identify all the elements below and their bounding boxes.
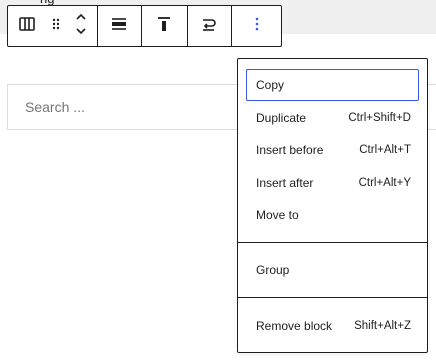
- menu-item-remove-block[interactable]: Remove block Shift+Alt+Z: [246, 310, 419, 342]
- vertical-align-top-icon: [158, 16, 170, 36]
- move-up-down-icon: [75, 12, 87, 41]
- menu-item-label: Remove block: [256, 319, 333, 333]
- columns-icon: [19, 16, 35, 36]
- menu-item-shortcut: Shift+Alt+Z: [354, 320, 411, 332]
- transform-group: [188, 6, 232, 46]
- align-center-icon: [112, 17, 126, 36]
- vertical-align-group: [142, 6, 188, 46]
- menu-item-copy[interactable]: Copy: [246, 69, 419, 101]
- menu-item-duplicate[interactable]: Duplicate Ctrl+Shift+D: [246, 102, 419, 134]
- block-options-menu: Copy Duplicate Ctrl+Shift+D Insert befor…: [237, 58, 428, 353]
- transform-icon: [201, 16, 217, 37]
- menu-item-label: Group: [256, 262, 290, 277]
- menu-item-shortcut: Ctrl+Shift+D: [348, 111, 411, 124]
- columns-button[interactable]: [8, 6, 46, 46]
- menu-group-group: Group: [238, 243, 427, 298]
- options-group: [232, 6, 281, 46]
- align-group: [98, 6, 142, 46]
- drag-handle-icon: [52, 17, 60, 36]
- menu-item-shortcut: Ctrl+Alt+Y: [358, 176, 411, 189]
- menu-item-label: Insert before: [256, 143, 324, 157]
- menu-group-actions: Copy Duplicate Ctrl+Shift+D Insert befor…: [238, 59, 427, 242]
- menu-item-insert-after[interactable]: Insert after Ctrl+Alt+Y: [246, 167, 419, 199]
- transform-button[interactable]: [188, 6, 230, 46]
- move-up-down-button[interactable]: [66, 6, 95, 46]
- menu-item-label: Duplicate: [256, 110, 307, 125]
- menu-item-group[interactable]: Group: [246, 254, 419, 286]
- block-toolbar: [7, 5, 282, 47]
- block-type-group: [8, 6, 98, 46]
- drag-handle[interactable]: [46, 6, 66, 46]
- menu-item-shortcut: Ctrl+Alt+T: [359, 144, 411, 156]
- align-button[interactable]: [98, 6, 140, 46]
- menu-group-remove: Remove block Shift+Alt+Z: [238, 298, 427, 353]
- menu-item-move-to[interactable]: Move to: [246, 199, 419, 231]
- more-vertical-icon: [255, 17, 259, 36]
- menu-item-label: Insert after: [256, 175, 314, 190]
- options-button[interactable]: [232, 6, 281, 46]
- vertical-align-button[interactable]: [142, 6, 186, 46]
- menu-item-insert-before[interactable]: Insert before Ctrl+Alt+T: [246, 134, 419, 166]
- menu-item-label: Copy: [256, 78, 285, 92]
- menu-item-label: Move to: [256, 208, 299, 222]
